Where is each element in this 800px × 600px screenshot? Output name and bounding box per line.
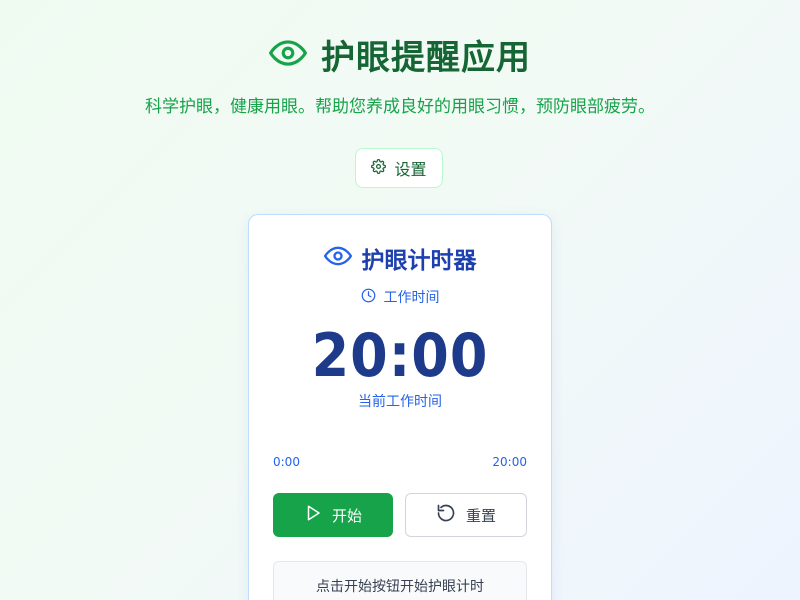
timer-title: 护眼计时器 xyxy=(361,248,477,274)
settings-button[interactable]: 设置 xyxy=(355,148,443,188)
timer-mode-label: 工作时间 xyxy=(383,290,440,306)
reset-icon xyxy=(436,503,456,527)
progress-start-label: 0:00 xyxy=(273,455,300,469)
timer-title-row: 护眼计时器 xyxy=(249,241,551,275)
start-label: 开始 xyxy=(331,506,362,525)
time-display: 20:00 xyxy=(311,321,489,391)
reset-button[interactable]: 重置 xyxy=(405,493,527,537)
reset-label: 重置 xyxy=(465,506,496,525)
title-row: 护眼提醒应用 xyxy=(0,30,800,79)
start-button[interactable]: 开始 xyxy=(273,493,393,537)
eye-icon xyxy=(269,34,307,76)
timer-mode: 工作时间 xyxy=(249,287,551,307)
play-icon xyxy=(304,504,322,526)
gear-icon xyxy=(371,158,387,178)
app-title: 护眼提醒应用 xyxy=(321,38,531,78)
eye-icon xyxy=(323,242,352,274)
app-subtitle: 科学护眼，健康用眼。帮助您养成良好的用眼习惯，预防眼部疲劳。 xyxy=(145,97,655,117)
timer-card: 护眼计时器 工作时间 20:00 当前工作时间 0:00 20:00 开始 重置… xyxy=(248,214,552,600)
clock-icon xyxy=(361,288,376,307)
settings-label: 设置 xyxy=(394,160,427,179)
progress-bar xyxy=(273,443,527,447)
hint-message: 点击开始按钮开始护眼计时 xyxy=(273,561,527,600)
progress-end-label: 20:00 xyxy=(492,455,527,469)
time-caption: 当前工作时间 xyxy=(358,394,442,410)
